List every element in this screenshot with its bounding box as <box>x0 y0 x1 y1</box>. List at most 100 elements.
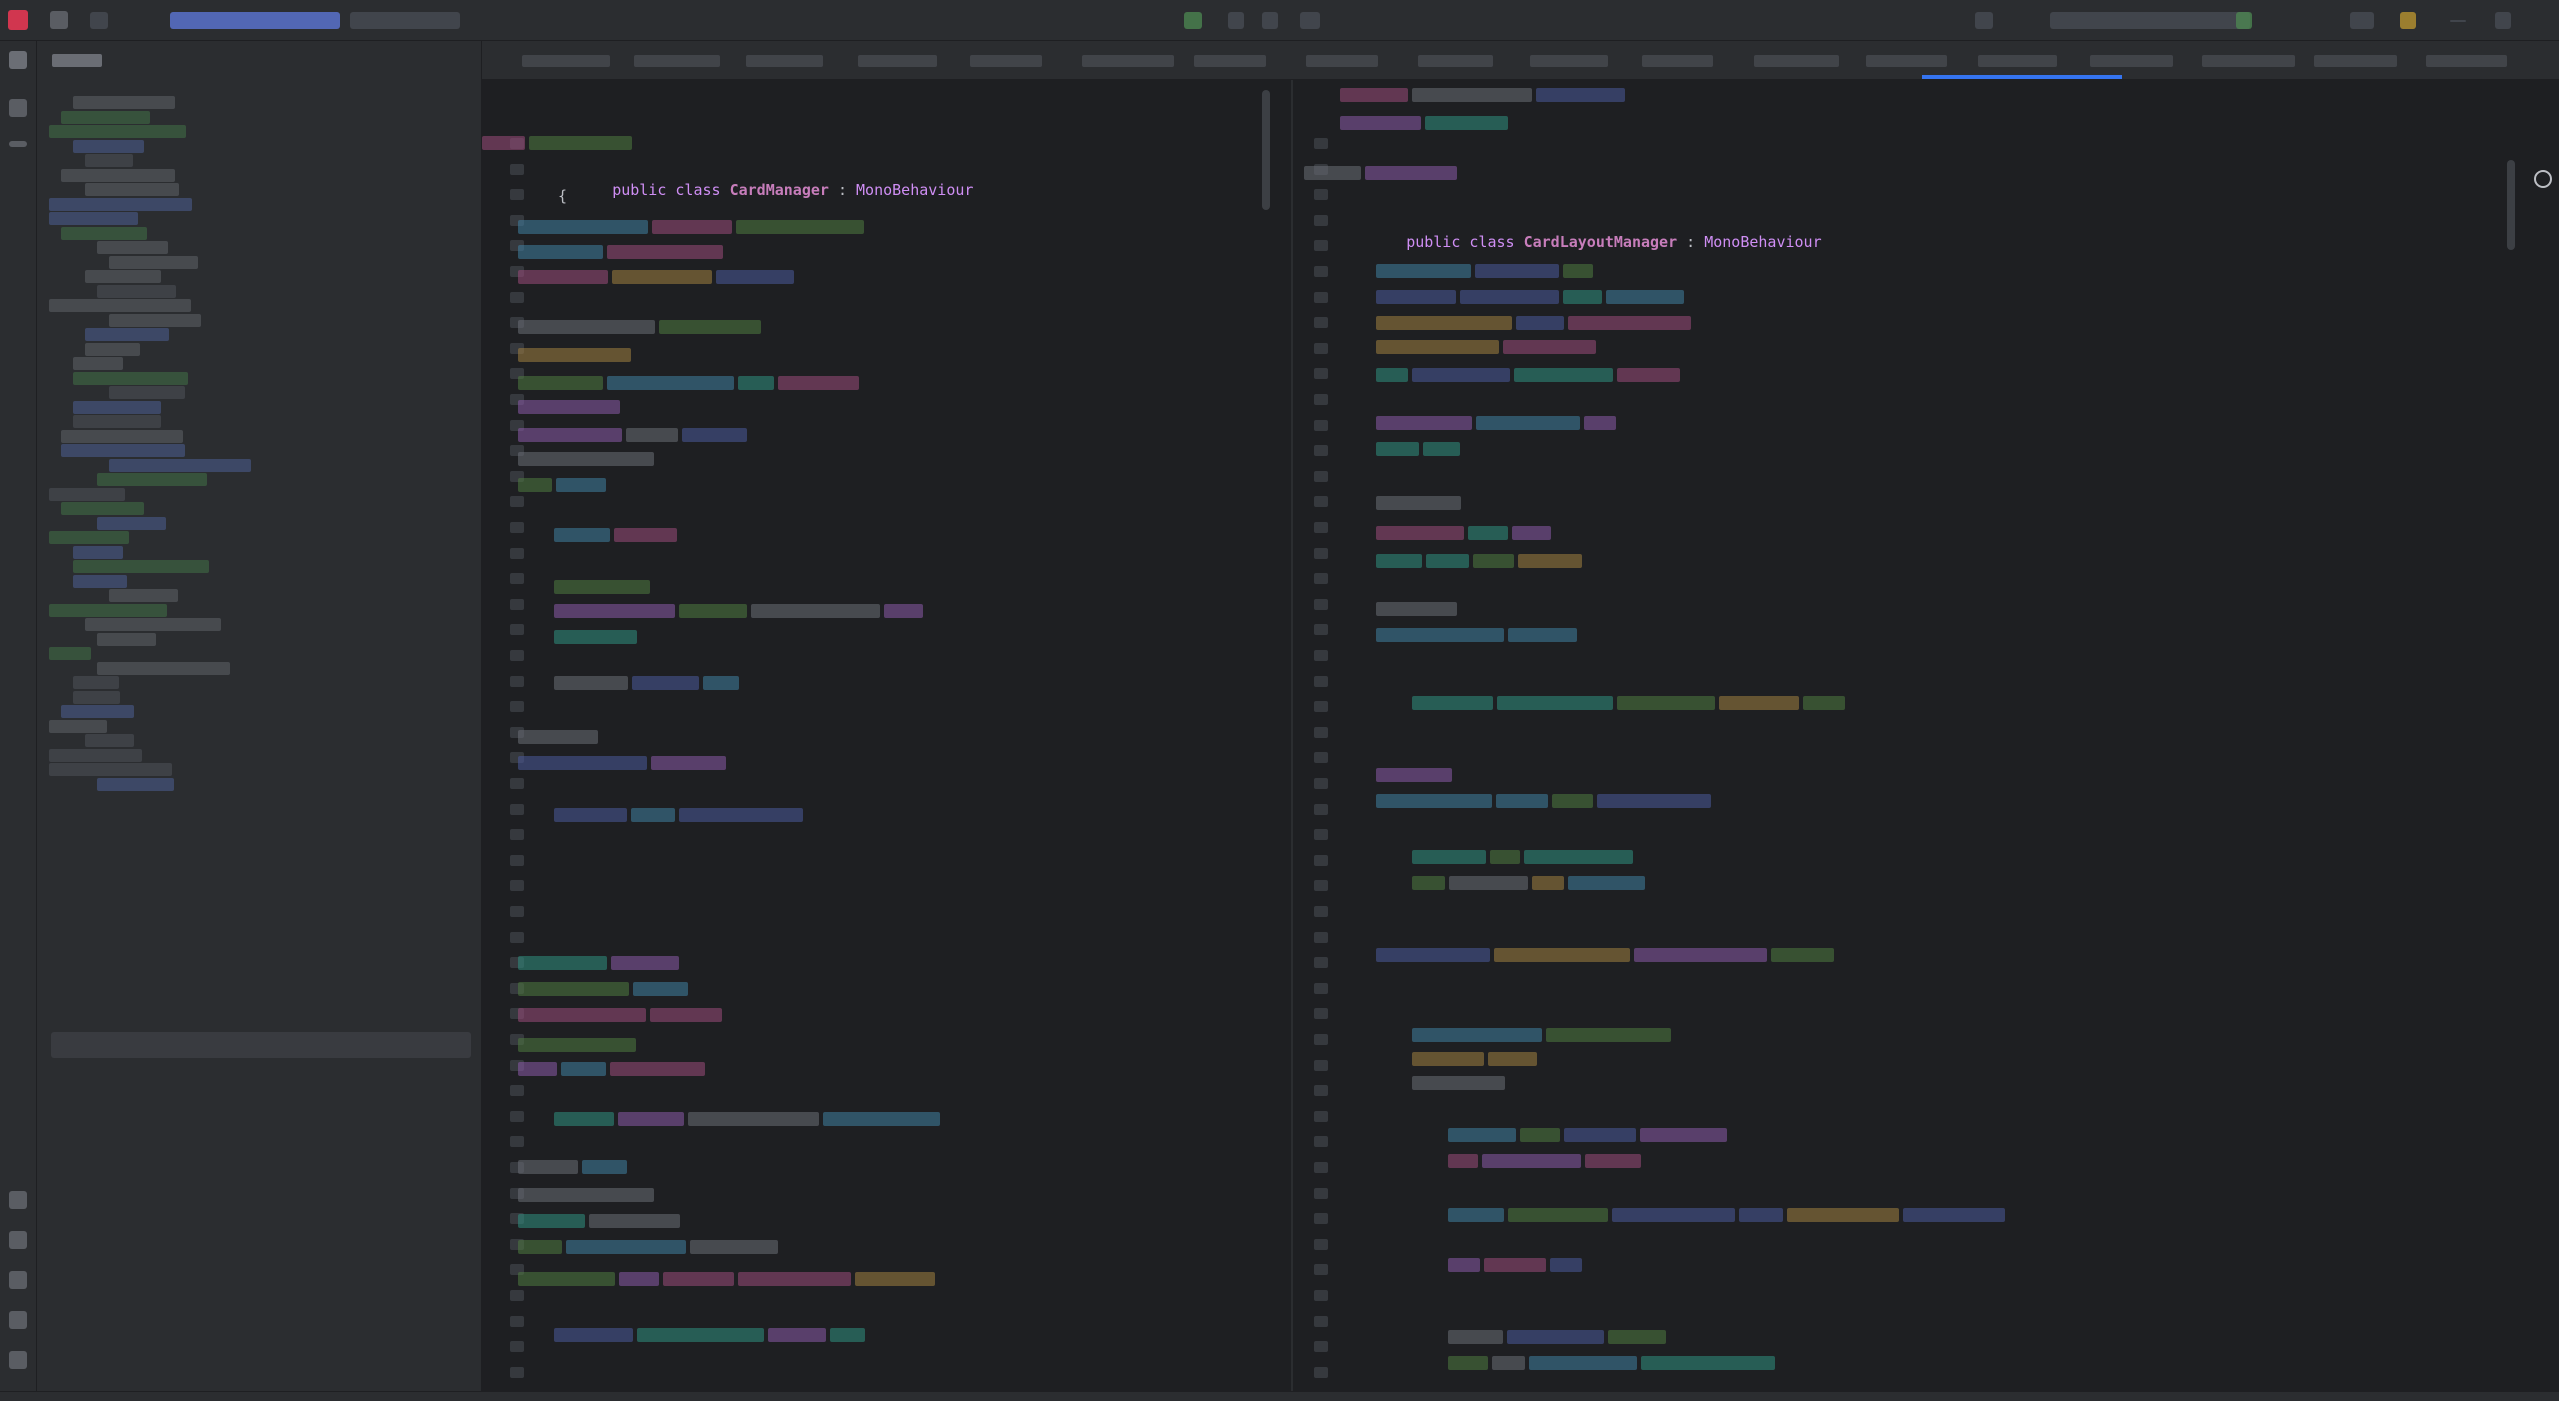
tree-item <box>85 342 140 356</box>
editor-tab[interactable] <box>858 55 937 67</box>
app-logo-icon[interactable] <box>8 10 28 30</box>
code-token <box>1475 416 1581 430</box>
editor-tab[interactable] <box>1754 55 1839 67</box>
class-declaration[interactable]: public class CardManager : MonoBehaviour <box>558 160 973 220</box>
line-number <box>1314 189 1328 201</box>
editor-tab[interactable] <box>1530 55 1608 67</box>
editor-tab[interactable] <box>2314 55 2398 67</box>
line-number <box>1314 1213 1328 1225</box>
line-number <box>1314 752 1328 764</box>
editor-tab[interactable] <box>970 55 1042 67</box>
editor-left-scrollbar[interactable] <box>1262 90 1270 210</box>
line-number <box>1314 957 1328 969</box>
notifications-icon[interactable] <box>2350 12 2374 29</box>
settings-icon[interactable] <box>2400 12 2416 29</box>
editor-tab[interactable] <box>1082 55 1175 67</box>
line-number <box>1314 675 1328 687</box>
code-token <box>1412 850 1486 864</box>
project-tree[interactable] <box>37 41 482 1391</box>
editor-right-scrollbar[interactable] <box>2507 160 2515 250</box>
editor-tab[interactable] <box>2090 55 2174 67</box>
more-actions-button[interactable] <box>1300 12 1320 29</box>
project-widget[interactable] <box>170 12 340 29</box>
project-switcher[interactable] <box>90 12 108 29</box>
line-number <box>1314 880 1328 892</box>
folder-icon[interactable] <box>9 51 27 69</box>
code-token <box>1472 554 1514 568</box>
editor-right[interactable]: public class CardLayoutManager : MonoBeh… <box>1294 80 2559 1401</box>
line-number <box>510 650 524 661</box>
keyword-class: class <box>1469 233 1515 251</box>
run-button[interactable] <box>1228 12 1244 29</box>
gear-icon[interactable] <box>2534 170 2552 188</box>
editor-tab[interactable] <box>1642 55 1713 67</box>
code-token <box>1531 876 1564 890</box>
code-token <box>679 604 748 618</box>
debug-button[interactable] <box>1262 12 1278 29</box>
editor-tab[interactable] <box>2202 55 2295 67</box>
code-token <box>518 220 648 234</box>
code-token <box>554 676 629 690</box>
code-token <box>659 320 761 334</box>
code-token <box>768 1328 826 1342</box>
tree-item <box>49 487 125 501</box>
line-number <box>1314 1238 1328 1250</box>
editor-tab[interactable] <box>522 55 610 67</box>
editor-tab[interactable] <box>746 55 823 67</box>
run-config-icon[interactable] <box>1184 12 1202 29</box>
line-number <box>510 1136 524 1148</box>
vcs-icon[interactable] <box>1975 12 1993 29</box>
line-number <box>1314 317 1328 329</box>
code-token <box>651 220 733 234</box>
line-number <box>1314 470 1328 482</box>
code-token <box>518 1160 579 1174</box>
editor-tab[interactable] <box>1978 55 2058 67</box>
editor-left[interactable]: public class CardManager : MonoBehaviour… <box>482 80 1290 1401</box>
status-indicator[interactable] <box>2236 12 2252 29</box>
search-everywhere[interactable] <box>2050 12 2250 29</box>
terminal-icon[interactable] <box>9 1191 27 1209</box>
structure-icon[interactable] <box>9 99 27 117</box>
bookmarks-icon[interactable] <box>9 141 27 147</box>
editor-tab[interactable] <box>2426 55 2507 67</box>
maximize-button[interactable] <box>2495 12 2511 29</box>
code-token <box>554 1328 633 1342</box>
code-token <box>1545 1028 1672 1042</box>
line-number <box>1314 1059 1328 1071</box>
main-menu-icon[interactable] <box>50 11 68 29</box>
code-token <box>1639 1128 1727 1142</box>
line-number <box>1314 266 1328 277</box>
tree-header[interactable] <box>52 54 102 67</box>
todo-icon[interactable] <box>9 1351 27 1369</box>
branch-widget[interactable] <box>350 12 460 29</box>
code-token <box>1376 602 1457 616</box>
tree-row-selected[interactable] <box>51 1032 471 1058</box>
code-token <box>630 808 675 822</box>
services-icon[interactable] <box>9 1311 27 1329</box>
code-token <box>482 136 526 150</box>
code-token <box>1597 794 1711 808</box>
line-number <box>510 573 524 585</box>
code-token <box>1376 526 1465 540</box>
code-token <box>518 376 604 390</box>
editor-tab[interactable] <box>1418 55 1493 67</box>
code-token <box>1523 850 1634 864</box>
problems-icon[interactable] <box>9 1231 27 1249</box>
editor-tab[interactable] <box>1306 55 1378 67</box>
git-icon[interactable] <box>9 1271 27 1289</box>
code-token <box>561 1062 607 1076</box>
line-number <box>1314 1341 1328 1353</box>
code-token <box>565 1240 687 1254</box>
editor-splitter[interactable] <box>1291 80 1293 1391</box>
tree-item <box>49 647 92 660</box>
editor-tab[interactable] <box>1194 55 1267 67</box>
code-token <box>1718 696 1800 710</box>
class-declaration[interactable]: public class CardLayoutManager : MonoBeh… <box>1352 212 1821 272</box>
editor-tab[interactable] <box>634 55 720 67</box>
code-token <box>1803 696 1846 710</box>
code-token <box>613 528 678 542</box>
editor-tab[interactable] <box>1866 55 1947 67</box>
minimize-button[interactable] <box>2450 20 2466 22</box>
code-token <box>1564 1128 1636 1142</box>
code-token <box>554 1112 615 1126</box>
